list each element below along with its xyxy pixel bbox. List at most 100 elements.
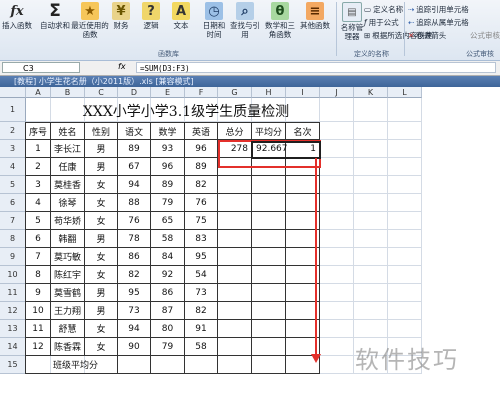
table-cell[interactable]: 92 <box>151 266 185 284</box>
table-cell[interactable]: 54 <box>185 266 218 284</box>
row-header[interactable]: 8 <box>0 230 26 248</box>
grid-cell[interactable] <box>354 158 388 176</box>
column-header[interactable]: H <box>252 87 286 98</box>
table-cell[interactable]: 95 <box>118 284 151 302</box>
recent-functions-button[interactable]: ★ 最近使用的函数 <box>70 2 110 39</box>
grid-cell[interactable] <box>388 266 422 284</box>
table-cell[interactable]: 莫桂香 <box>51 176 85 194</box>
grid-cell[interactable] <box>320 212 354 230</box>
table-cell[interactable]: 73 <box>185 284 218 302</box>
table-cell[interactable]: 78 <box>118 230 151 248</box>
table-cell[interactable]: 徐琴 <box>51 194 85 212</box>
table-header-cell[interactable]: 序号 <box>26 122 51 140</box>
table-cell[interactable]: 2 <box>26 158 51 176</box>
row-header[interactable]: 9 <box>0 248 26 266</box>
table-cell[interactable]: 李长江 <box>51 140 85 158</box>
table-cell[interactable]: 96 <box>151 158 185 176</box>
table-cell[interactable]: 11 <box>26 320 51 338</box>
fx-button[interactable]: fx <box>118 62 126 71</box>
column-header[interactable]: K <box>354 87 388 98</box>
row-header[interactable]: 10 <box>0 266 26 284</box>
table-cell[interactable] <box>252 338 286 356</box>
table-cell[interactable]: 10 <box>26 302 51 320</box>
column-header[interactable]: F <box>185 87 218 98</box>
table-header-cell[interactable]: 姓名 <box>51 122 85 140</box>
name-box[interactable]: C3 <box>2 62 80 73</box>
logical-button[interactable]: ? 逻辑 <box>142 2 160 30</box>
show-formulas-button[interactable]: 公式审核 <box>470 30 500 41</box>
table-cell[interactable] <box>286 176 320 194</box>
table-cell[interactable]: 96 <box>185 140 218 158</box>
table-cell[interactable] <box>218 194 252 212</box>
table-header-cell[interactable]: 名次 <box>286 122 320 140</box>
grid-cell[interactable] <box>354 98 388 122</box>
table-cell[interactable]: 82 <box>118 266 151 284</box>
table-cell[interactable] <box>218 266 252 284</box>
table-cell[interactable] <box>118 356 151 374</box>
table-cell[interactable] <box>252 266 286 284</box>
table-cell[interactable] <box>185 356 218 374</box>
table-cell[interactable]: 87 <box>151 302 185 320</box>
grid-cell[interactable] <box>388 248 422 266</box>
table-cell[interactable] <box>286 212 320 230</box>
table-cell[interactable]: 94 <box>118 176 151 194</box>
column-header[interactable]: G <box>218 87 252 98</box>
table-cell[interactable] <box>286 194 320 212</box>
table-cell[interactable]: 82 <box>185 176 218 194</box>
table-cell[interactable]: 67 <box>118 158 151 176</box>
column-header[interactable]: A <box>26 87 51 98</box>
table-cell[interactable] <box>218 284 252 302</box>
table-cell[interactable] <box>252 194 286 212</box>
table-cell[interactable]: 12 <box>26 338 51 356</box>
grid-cell[interactable] <box>320 194 354 212</box>
table-cell[interactable] <box>252 284 286 302</box>
table-header-cell[interactable]: 英语 <box>185 122 218 140</box>
table-cell[interactable] <box>252 356 286 374</box>
grid-cell[interactable] <box>388 194 422 212</box>
table-cell[interactable] <box>252 212 286 230</box>
table-cell[interactable]: 58 <box>185 338 218 356</box>
grid-cell[interactable] <box>388 284 422 302</box>
other-functions-button[interactable]: ≡ 其他函数 <box>300 2 330 30</box>
table-cell[interactable]: 91 <box>185 320 218 338</box>
grid-cell[interactable] <box>354 302 388 320</box>
grid-cell[interactable] <box>320 122 354 140</box>
grid-cell[interactable] <box>354 266 388 284</box>
table-cell[interactable]: 278 <box>218 140 252 158</box>
table-cell[interactable] <box>286 158 320 176</box>
table-cell[interactable]: 86 <box>118 248 151 266</box>
table-cell[interactable]: 男 <box>85 284 118 302</box>
table-cell[interactable]: 9 <box>26 284 51 302</box>
table-cell[interactable]: 5 <box>26 212 51 230</box>
formula-input[interactable]: =SUM(D3:F3) <box>136 62 496 73</box>
table-cell[interactable] <box>218 158 252 176</box>
table-header-cell[interactable]: 语文 <box>118 122 151 140</box>
table-cell[interactable] <box>286 284 320 302</box>
row-header[interactable]: 12 <box>0 302 26 320</box>
table-cell[interactable]: 92.667 <box>252 140 288 158</box>
row-header[interactable]: 6 <box>0 194 26 212</box>
table-cell[interactable]: 89 <box>118 140 151 158</box>
grid-cell[interactable] <box>388 302 422 320</box>
table-cell[interactable]: 86 <box>151 284 185 302</box>
table-cell[interactable] <box>286 266 320 284</box>
table-cell[interactable]: 8 <box>26 266 51 284</box>
name-manager-button[interactable]: ▤ 名称管理器 <box>340 2 364 41</box>
table-cell[interactable]: 76 <box>185 194 218 212</box>
table-cell[interactable] <box>252 248 286 266</box>
row-header[interactable]: 2 <box>0 122 26 140</box>
table-cell[interactable]: 男 <box>85 302 118 320</box>
table-cell[interactable] <box>252 320 286 338</box>
row-header[interactable]: 13 <box>0 320 26 338</box>
grid-cell[interactable] <box>354 194 388 212</box>
table-cell[interactable]: 男 <box>85 140 118 158</box>
table-cell[interactable]: 6 <box>26 230 51 248</box>
grid-cell[interactable] <box>320 98 354 122</box>
table-cell[interactable]: 1 <box>26 140 51 158</box>
table-cell[interactable] <box>218 212 252 230</box>
table-cell[interactable]: 76 <box>118 212 151 230</box>
table-cell[interactable] <box>252 158 286 176</box>
table-cell[interactable]: 83 <box>185 230 218 248</box>
autosum-button[interactable]: Σ 自动求和 <box>40 2 70 30</box>
table-cell[interactable]: 58 <box>151 230 185 248</box>
